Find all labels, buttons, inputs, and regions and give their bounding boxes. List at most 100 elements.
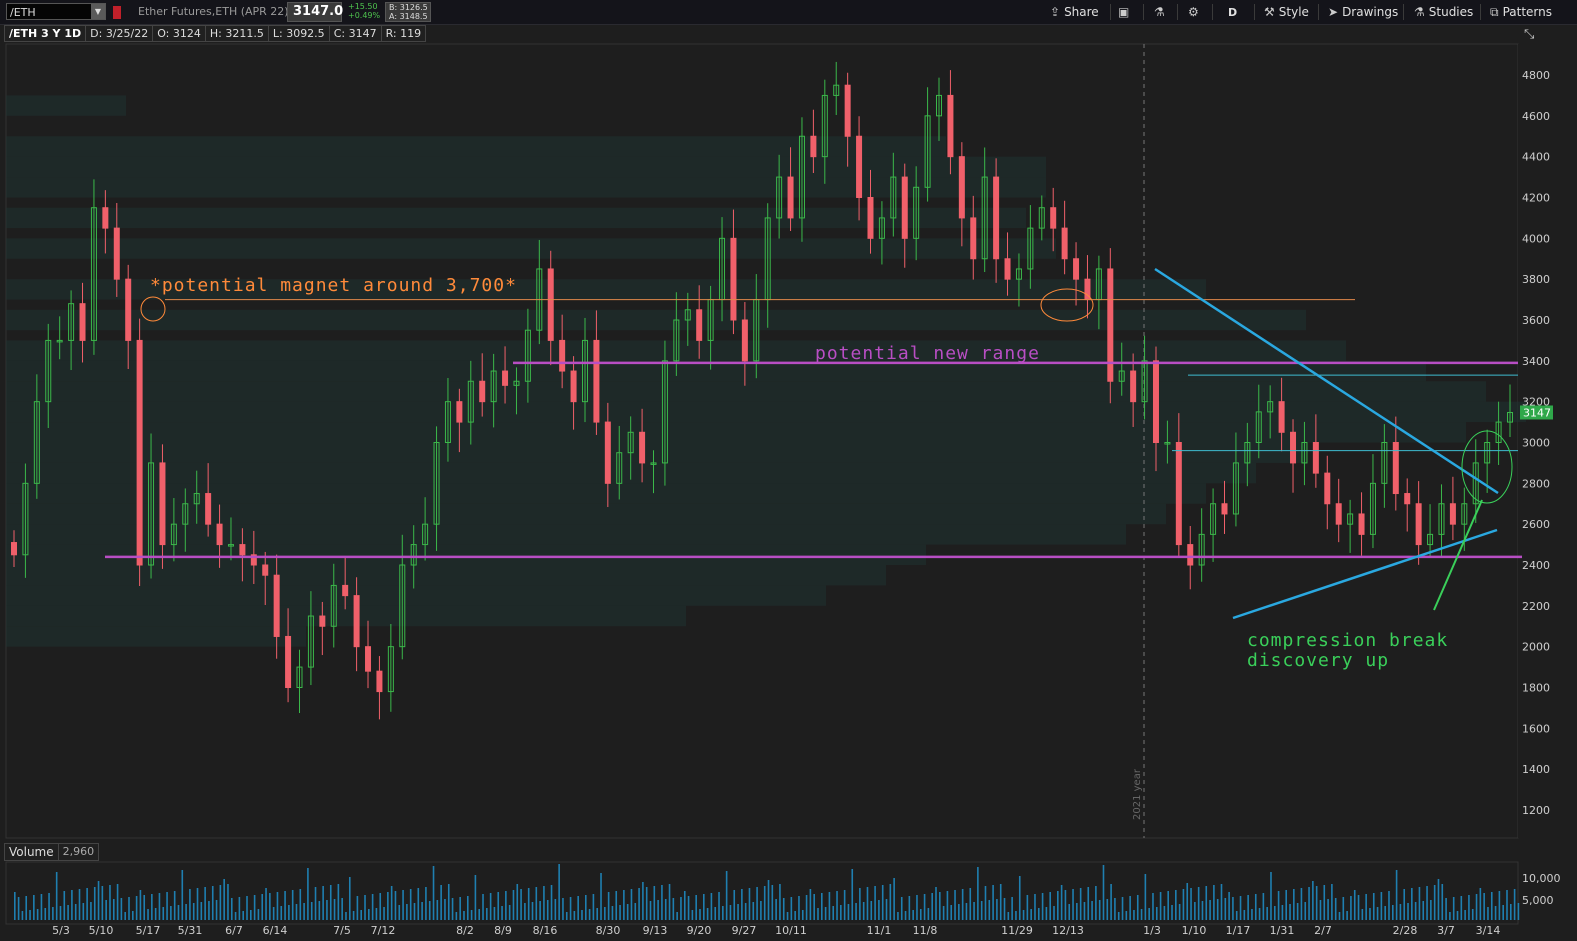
volume-bar <box>204 887 206 920</box>
volume-bar <box>486 908 488 920</box>
volume-bar <box>1243 910 1246 920</box>
volume-bar <box>299 889 302 920</box>
volume-bar <box>1323 885 1326 920</box>
volume-bar <box>653 886 656 920</box>
candle-body <box>205 493 212 525</box>
volume-bar <box>664 899 667 920</box>
volume-bar <box>1422 901 1425 920</box>
volume-bar <box>584 895 587 920</box>
volume-bar <box>78 889 81 920</box>
candle-body <box>958 156 965 219</box>
volume-bar <box>139 890 142 920</box>
volume-bar <box>1216 899 1219 920</box>
volume-bar <box>508 905 511 920</box>
year-divider-label: 2021 year <box>1132 768 1143 820</box>
volume-bar <box>862 902 865 920</box>
volume-bar <box>1072 889 1074 920</box>
x-tick-label: 1/3 <box>1143 924 1161 937</box>
volume-bar <box>497 892 500 920</box>
volume-bar <box>40 894 43 920</box>
volume-bar <box>851 869 854 920</box>
volume-bar <box>1087 887 1090 920</box>
y-tick-label: 4800 <box>1522 69 1550 82</box>
volume-profile-bar <box>6 503 1166 525</box>
y-tick-label: 2600 <box>1522 518 1550 531</box>
volume-bar <box>124 912 126 920</box>
volume-bar <box>1490 892 1493 920</box>
volume-bar <box>189 889 191 920</box>
candle-body <box>593 339 600 423</box>
volume-bar <box>1293 889 1295 920</box>
volume-bar <box>919 909 922 920</box>
volume-bar <box>1129 896 1131 920</box>
volume-bar <box>524 903 526 920</box>
x-tick-label: 2/7 <box>1314 924 1332 937</box>
annotation-discovery: discovery up <box>1247 650 1389 671</box>
volume-bar <box>619 905 621 920</box>
volume-profile-bar <box>6 483 1206 504</box>
volume-bar <box>1300 888 1303 920</box>
volume-bar <box>185 904 187 920</box>
x-tick-label: 1/17 <box>1226 924 1251 937</box>
volume-profile-bar <box>6 95 126 116</box>
volume-bar <box>790 897 793 920</box>
volume-bar <box>227 884 229 920</box>
volume-bar <box>288 905 290 920</box>
volume-bar <box>1411 888 1413 920</box>
volume-bar <box>832 906 835 920</box>
volume-bar <box>421 902 423 920</box>
volume-bar <box>1369 908 1371 920</box>
volume-bar <box>1437 879 1440 920</box>
volume-bar <box>615 891 618 920</box>
volume-bar <box>44 908 47 920</box>
volume-bar <box>459 897 461 920</box>
volume-bar <box>691 910 694 920</box>
candle-body <box>262 564 269 576</box>
volume-area <box>5 861 1519 925</box>
candle-body <box>696 309 703 341</box>
volume-bar <box>767 880 770 920</box>
volume-bar <box>756 887 758 920</box>
candle-body <box>1187 544 1194 566</box>
volume-bar <box>1510 904 1512 920</box>
candle-body <box>1404 493 1411 505</box>
candle-body <box>741 319 748 362</box>
price-chart[interactable]: 4800460044004200400038003600340032003000… <box>0 0 1577 941</box>
volume-bar <box>942 906 945 920</box>
volume-bar <box>592 894 595 920</box>
volume-bar <box>463 911 465 920</box>
volume-bar <box>1426 886 1428 920</box>
volume-bar <box>1152 893 1154 920</box>
volume-bar <box>1403 889 1406 920</box>
candle-body <box>365 646 372 672</box>
volume-bar <box>1487 907 1489 920</box>
volume-bar <box>550 885 553 920</box>
x-tick-label: 6/14 <box>263 924 288 937</box>
volume-bar <box>112 899 115 920</box>
volume-bar <box>63 891 66 920</box>
volume-bar <box>1395 870 1398 920</box>
volume-bar <box>1502 905 1504 920</box>
volume-bar <box>284 891 286 920</box>
volume-bar <box>604 907 606 920</box>
volume-bar <box>1155 907 1158 920</box>
volume-bar <box>326 900 328 920</box>
volume-bar <box>1430 900 1432 920</box>
volume-bar <box>318 901 321 920</box>
volume-bar <box>977 867 979 920</box>
volume-bar <box>1213 885 1215 920</box>
volume-bar <box>375 908 378 920</box>
volume-bar <box>596 908 599 920</box>
volume-bar <box>432 866 435 920</box>
volume-bar <box>322 886 324 920</box>
volume-bar <box>988 900 991 920</box>
volume-bar <box>904 911 907 920</box>
volume-bar <box>695 895 697 920</box>
y-tick-label: 3800 <box>1522 273 1550 286</box>
y-tick-label: 3400 <box>1522 355 1550 368</box>
volume-bar <box>847 904 850 920</box>
volume-bar <box>261 894 264 920</box>
volume-bar <box>1251 909 1253 920</box>
volume-tick-label: 10,000 <box>1522 872 1561 885</box>
volume-bar <box>702 894 705 920</box>
